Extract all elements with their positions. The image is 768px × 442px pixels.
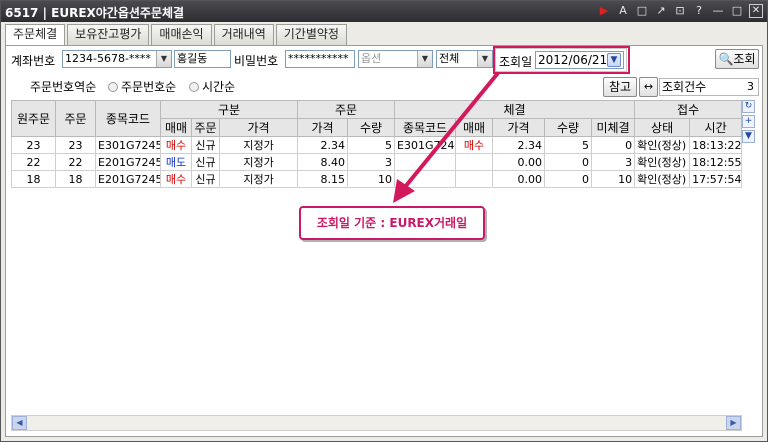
annotation-callout: 조회일 기준 : EUREX거래일	[299, 206, 485, 240]
main-window: 6517 | EUREX야간옵션주문체결 ▶ A □ ↗ ⊡ ? — □ ✕ 주…	[0, 0, 768, 442]
